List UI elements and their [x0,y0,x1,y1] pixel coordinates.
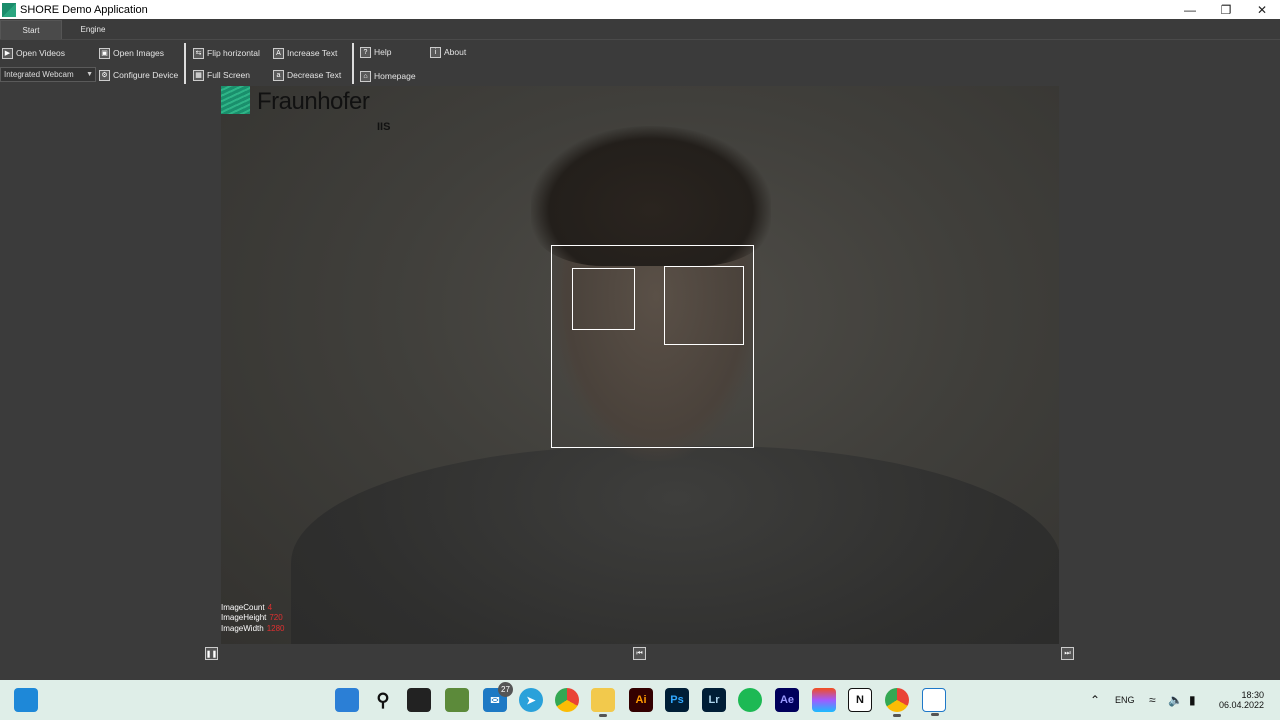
gear-icon: ⚙ [99,69,110,81]
folder-icon[interactable] [591,688,615,717]
restore-button[interactable]: ❐ [1208,0,1244,19]
figma-icon[interactable] [812,688,836,712]
wifi-icon[interactable]: ≈ [1149,680,1156,720]
minimize-button[interactable]: — [1172,0,1208,19]
app-icon[interactable] [445,688,469,712]
image-width-row: ImageWidth 1280 [221,623,285,633]
skip-forward-icon: ⏭ [1064,649,1071,657]
full-screen-button[interactable]: ▦ Full Screen [193,68,250,82]
ribbon-toolbar: ▶ Open Videos Integrated Webcam ▼ ▣ Open… [0,39,1280,86]
tray-chevron-up-icon[interactable]: ⌃ [1090,680,1100,720]
active-indicator [893,714,901,717]
active-indicator [931,713,939,716]
rewind-button[interactable]: ⏮ [633,647,646,660]
fraunhofer-logo: Fraunhofer IIS [221,86,393,134]
homepage-button[interactable]: ⌂ Homepage [360,69,416,83]
open-videos-button[interactable]: ▶ Open Videos [2,46,65,60]
image-info-overlay: ImageCount 4 ImageHeight 720 ImageWidth 128… [221,603,284,635]
chrome-icon[interactable] [555,688,579,712]
clock-date: 06.04.2022 [1218,700,1264,710]
image-count-row: ImageCount 4 [221,602,273,612]
flip-icon: ⇆ [193,47,204,59]
text-decrease-icon: a [273,69,284,81]
shore-app-icon[interactable] [922,688,946,716]
illustrator-icon[interactable]: Ai [629,688,653,712]
eye-detection-box-left [572,268,635,330]
image-icon: ▣ [99,47,110,59]
telegram-icon[interactable]: ➤ [519,688,543,712]
configure-device-button[interactable]: ⚙ Configure Device [99,68,178,82]
info-icon: i [430,46,441,58]
search-icon[interactable]: ⚲ [371,688,395,712]
taskbar: ⚲ ✉ 27 ➤ Ai Ps Lr Ae N ⌃ ENG ≈ 🔈 ▮ 18:30 … [0,680,1280,720]
increase-text-button[interactable]: A Increase Text [273,46,337,60]
clock-time: 18:30 [1241,690,1264,700]
logo-brand: Fraunhofer [257,88,370,115]
mail-badge: 27 [498,682,513,697]
logo-sub: IIS [377,121,391,133]
active-indicator [599,714,607,717]
person-body [291,446,1059,644]
tab-engine[interactable]: Engine [62,20,124,39]
lightroom-icon[interactable]: Lr [702,688,726,712]
photoshop-icon[interactable]: Ps [665,688,689,712]
start-icon[interactable] [335,688,359,712]
image-height-row: ImageHeight 720 [221,613,283,622]
title-bar: SHORE Demo Application — ❐ ✕ [0,0,1280,19]
video-icon: ▶ [2,47,13,59]
fraunhofer-mark-icon [221,86,250,114]
video-viewer[interactable]: Fraunhofer IIS ImageCount 4 ImageHeight 72… [221,86,1059,644]
tab-bar: Start Engine [0,20,1280,39]
after-effects-icon[interactable]: Ae [775,688,799,712]
close-button[interactable]: ✕ [1244,0,1280,19]
volume-icon[interactable]: 🔈 [1168,680,1183,720]
language-indicator[interactable]: ENG [1115,680,1135,720]
home-icon: ⌂ [360,70,371,82]
separator [184,43,186,84]
chrome-icon[interactable] [885,688,909,717]
spotify-icon[interactable] [738,688,762,712]
separator [352,43,354,84]
chevron-down-icon: ▼ [86,71,93,78]
task-view-icon[interactable] [407,688,431,712]
skip-back-icon: ⏮ [636,649,643,657]
about-button[interactable]: i About [430,45,466,59]
battery-icon[interactable]: ▮ [1189,680,1196,720]
widgets-icon[interactable] [14,688,38,712]
eye-detection-box-right [664,266,744,345]
clock[interactable]: 18:30 06.04.2022 [1212,680,1264,720]
window-title: SHORE Demo Application [20,3,148,16]
skip-forward-button[interactable]: ⏭ [1061,647,1074,660]
notion-icon[interactable]: N [848,688,872,712]
tab-start[interactable]: Start [0,20,62,39]
device-select[interactable]: Integrated Webcam ▼ [0,67,96,82]
pause-icon: ❚❚ [205,650,218,658]
mail-icon[interactable]: ✉ 27 [483,682,513,712]
help-icon: ? [360,46,371,58]
pause-button[interactable]: ❚❚ [205,647,218,660]
text-increase-icon: A [273,47,284,59]
app-logo-icon [2,2,16,17]
decrease-text-button[interactable]: a Decrease Text [273,68,341,82]
open-images-button[interactable]: ▣ Open Images [99,46,164,60]
fullscreen-icon: ▦ [193,69,204,81]
help-button[interactable]: ? Help [360,45,391,59]
flip-horizontal-button[interactable]: ⇆ Flip horizontal [193,46,260,60]
